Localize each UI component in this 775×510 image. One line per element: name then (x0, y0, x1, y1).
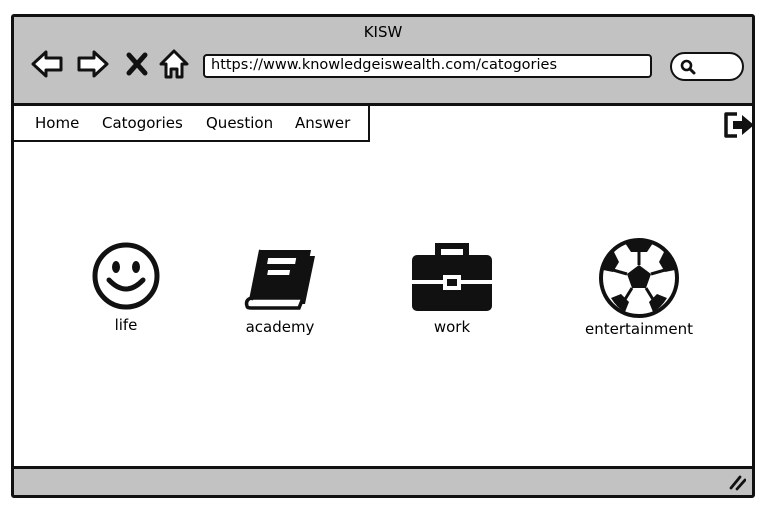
menu-item-catogories[interactable]: Catogories (102, 114, 183, 132)
category-label: life (114, 316, 138, 334)
category-label: academy (245, 318, 315, 336)
menu-item-home[interactable]: Home (35, 114, 79, 132)
book-icon (244, 249, 315, 310)
category-label: entertainment (585, 320, 693, 338)
resize-grip-icon[interactable] (728, 473, 746, 491)
window-title: KISW (363, 23, 403, 41)
sign-out-icon[interactable] (721, 110, 752, 140)
menu-item-question[interactable]: Question (206, 114, 273, 132)
briefcase-icon (412, 243, 492, 311)
back-arrow-icon[interactable] (30, 47, 64, 81)
category-label: work (433, 318, 471, 336)
top-menu: Home Catogories Question Answer (14, 104, 370, 142)
search-icon (680, 59, 696, 75)
status-bar (14, 466, 752, 495)
smiley-icon (92, 242, 160, 310)
category-life[interactable]: life (90, 242, 162, 334)
browser-search-field[interactable] (670, 52, 744, 81)
home-icon[interactable] (157, 47, 191, 81)
category-entertainment[interactable]: entertainment (581, 238, 697, 338)
browser-window: KISW https://www.knowledgeiswealth.com/c… (11, 14, 755, 498)
category-academy[interactable]: academy (240, 242, 320, 336)
address-bar[interactable]: https://www.knowledgeiswealth.com/catogo… (203, 54, 652, 78)
category-work[interactable]: work (411, 242, 493, 336)
browser-titlebar: KISW https://www.knowledgeiswealth.com/c… (14, 17, 752, 106)
forward-arrow-icon[interactable] (76, 47, 110, 81)
menu-item-answer[interactable]: Answer (295, 114, 350, 132)
soccer-ball-icon (599, 238, 679, 318)
close-x-icon[interactable] (124, 47, 150, 81)
